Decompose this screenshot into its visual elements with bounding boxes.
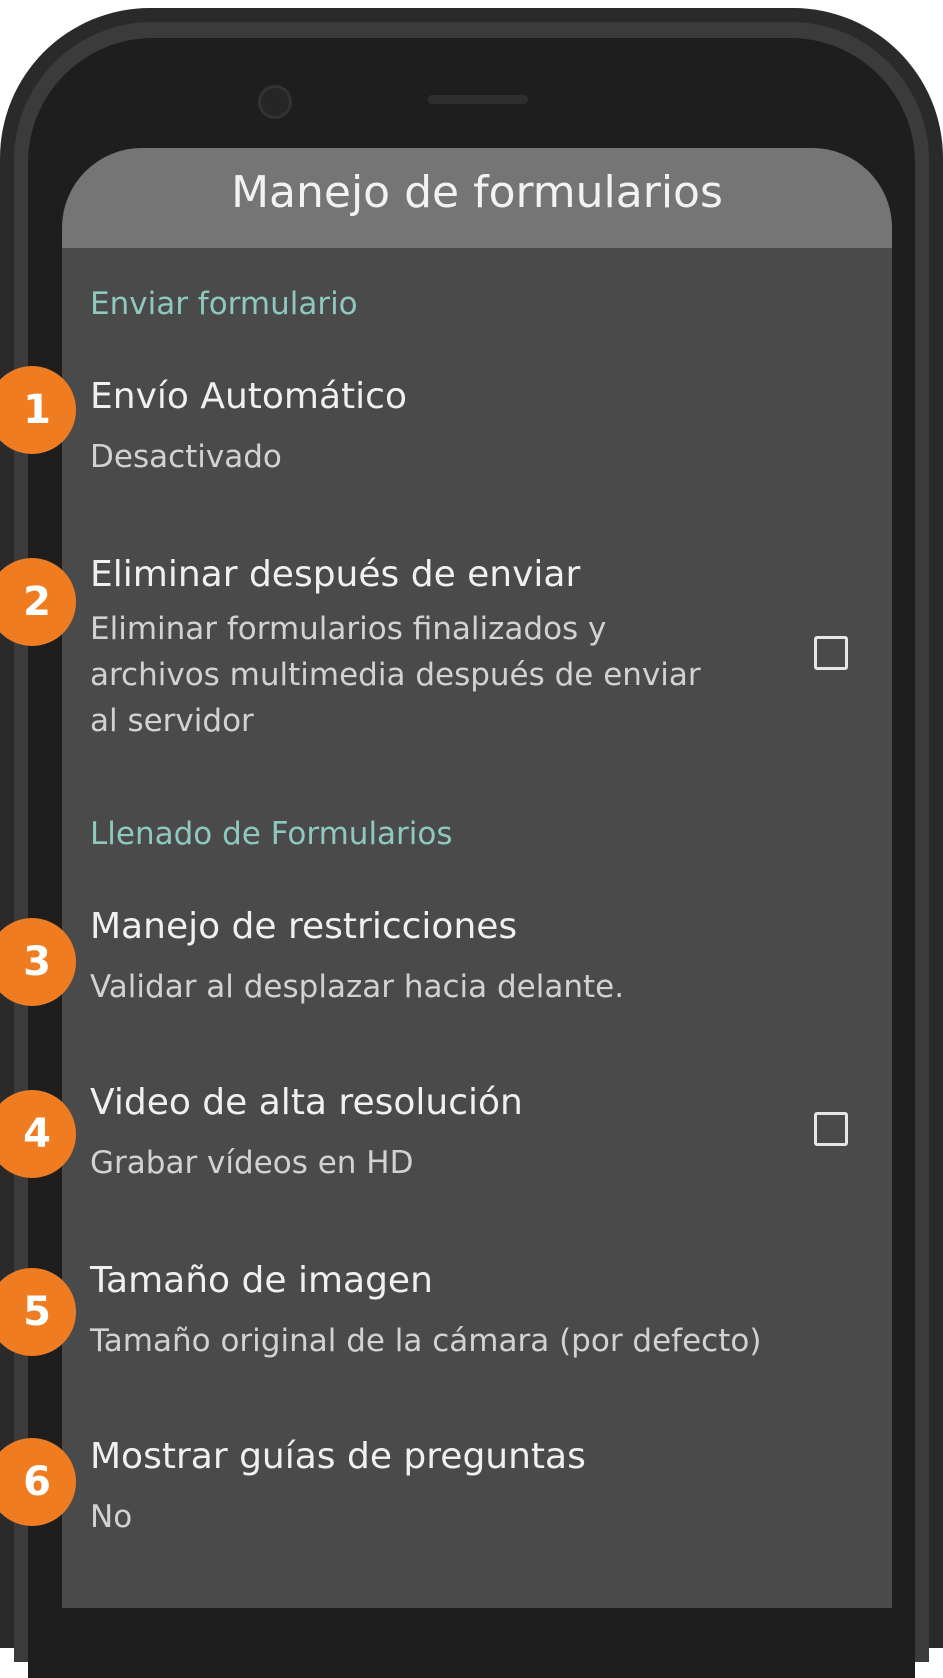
phone-screen: Manejo de formularios Enviar formulario … [62, 148, 892, 1608]
video-hd-checkbox[interactable] [814, 1112, 848, 1146]
page-title: Manejo de formularios [231, 167, 723, 218]
pref-video-alta-resolucion[interactable]: Video de alta resolución Grabar vídeos e… [62, 1082, 892, 1202]
pref-eliminar-despues-de-enviar[interactable]: Eliminar después de enviar Eliminar form… [62, 554, 892, 754]
pref-title: Tamaño de imagen [90, 1260, 433, 1301]
eliminar-checkbox[interactable] [814, 636, 848, 670]
app-bar: Manejo de formularios [62, 148, 892, 248]
pref-summary: Grabar vídeos en HD [90, 1145, 414, 1181]
pref-title: Eliminar después de enviar [90, 554, 581, 595]
pref-summary: Eliminar formularios finalizados y archi… [90, 606, 701, 744]
pref-summary: No [90, 1499, 133, 1535]
section-header-enviar-formulario: Enviar formulario [90, 286, 358, 322]
pref-manejo-de-restricciones[interactable]: Manejo de restricciones Validar al despl… [62, 906, 892, 1026]
section-header-llenado-de-formularios: Llenado de Formularios [90, 816, 453, 852]
pref-tamano-de-imagen[interactable]: Tamaño de imagen Tamaño original de la c… [62, 1260, 892, 1380]
speaker-grille [428, 95, 528, 104]
front-camera-icon [258, 85, 292, 119]
pref-summary: Validar al desplazar hacia delante. [90, 969, 625, 1005]
pref-title: Video de alta resolución [90, 1082, 523, 1123]
pref-summary: Desactivado [90, 439, 282, 475]
pref-envio-automatico[interactable]: Envío Automático Desactivado [62, 376, 892, 496]
pref-summary: Tamaño original de la cámara (por defect… [90, 1323, 762, 1359]
pref-summary-line: Eliminar formularios finalizados y [90, 611, 607, 647]
pref-summary-line: al servidor [90, 703, 254, 739]
pref-summary-line: archivos multimedia después de enviar [90, 657, 701, 693]
pref-title: Mostrar guías de preguntas [90, 1436, 586, 1477]
pref-title: Manejo de restricciones [90, 906, 518, 947]
pref-mostrar-guias-de-preguntas[interactable]: Mostrar guías de preguntas No [62, 1436, 892, 1556]
pref-title: Envío Automático [90, 376, 407, 417]
